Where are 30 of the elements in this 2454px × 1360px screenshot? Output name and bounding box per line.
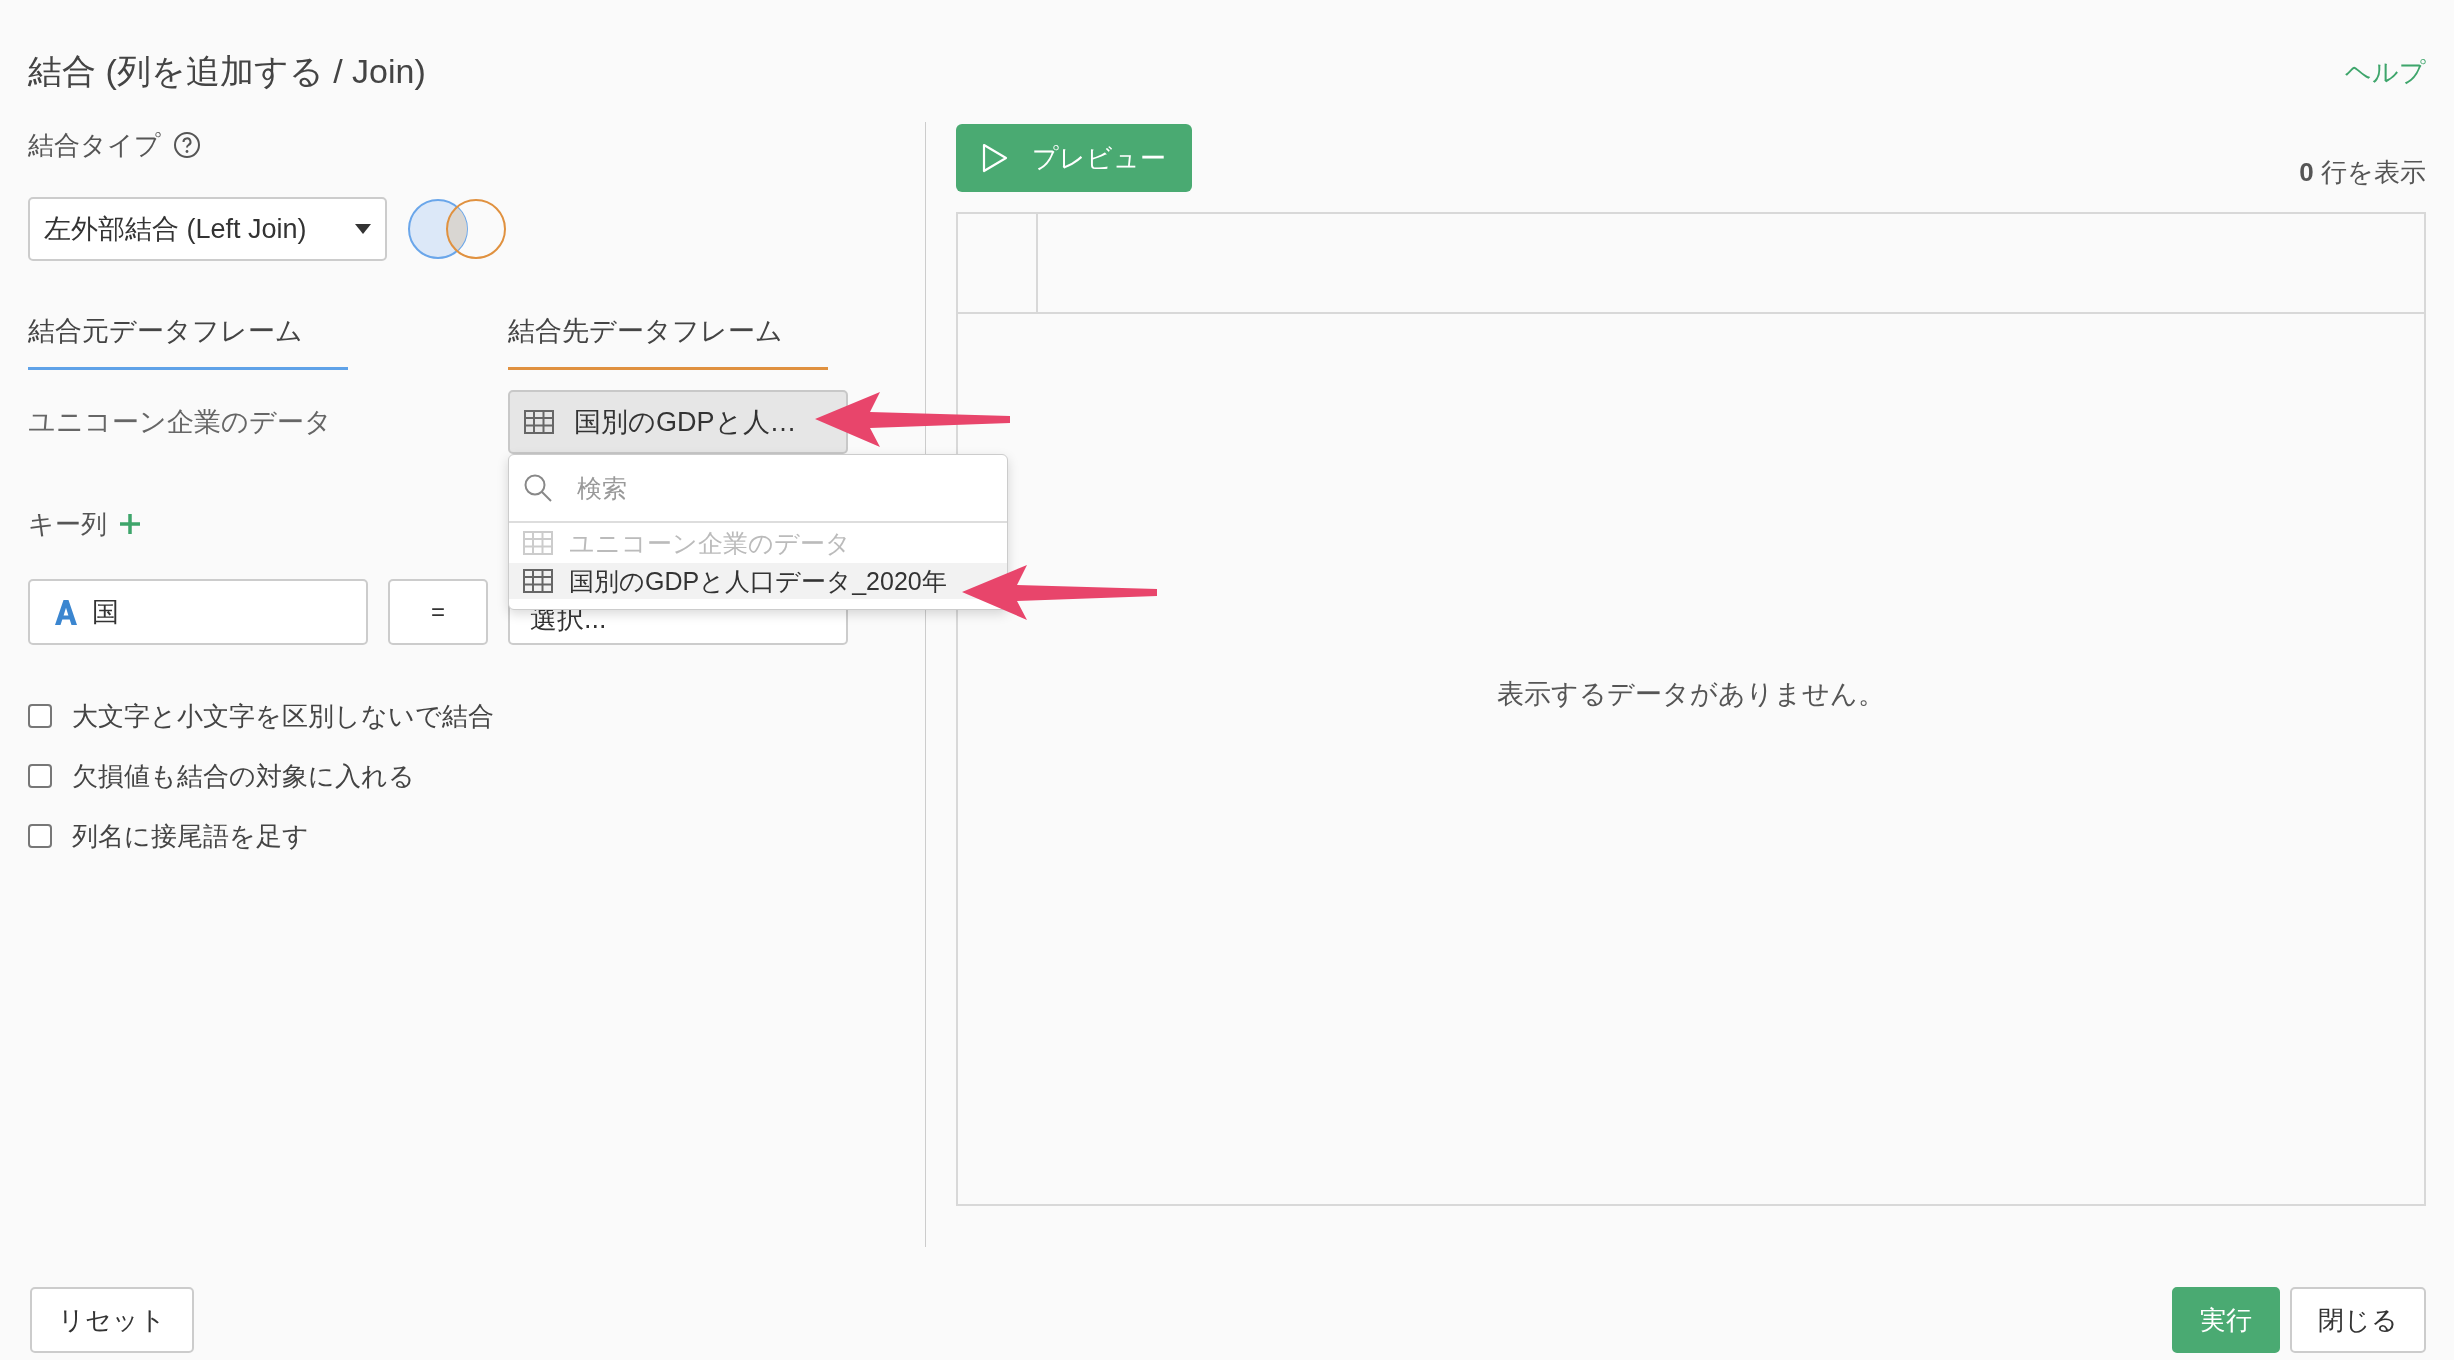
help-icon[interactable] bbox=[173, 131, 201, 159]
reset-button[interactable]: リセット bbox=[30, 1287, 194, 1353]
empty-message: 表示するデータがありません。 bbox=[1497, 678, 1885, 711]
caret-icon bbox=[355, 224, 371, 234]
table-icon bbox=[523, 569, 553, 593]
row-count: 0 行を表示 bbox=[2299, 156, 2426, 189]
operator-button[interactable]: = bbox=[388, 579, 488, 645]
field-label: 結合タイプ bbox=[28, 128, 161, 162]
checkbox[interactable] bbox=[28, 764, 52, 788]
table-icon bbox=[523, 531, 553, 555]
key-column-select[interactable]: 国 bbox=[28, 579, 368, 645]
dialog-title: 結合 (列を追加する / Join) bbox=[28, 51, 426, 92]
search-field[interactable]: 検索 bbox=[575, 472, 959, 504]
add-icon[interactable] bbox=[119, 513, 141, 535]
checkbox[interactable] bbox=[28, 824, 52, 848]
text-type-icon bbox=[54, 599, 78, 625]
option-label: 大文字と小文字を区別しないで結合 bbox=[72, 699, 494, 733]
search-icon bbox=[523, 473, 553, 503]
venn-diagram-icon bbox=[407, 198, 507, 260]
table-icon bbox=[524, 410, 554, 434]
source-dataframe-name: ユニコーン企業のデータ bbox=[28, 406, 333, 439]
field-label: キー列 bbox=[28, 507, 107, 541]
option-label: 列名に接尾語を足す bbox=[72, 819, 309, 853]
play-icon bbox=[982, 143, 1008, 173]
checkbox[interactable] bbox=[28, 704, 52, 728]
dropdown-item[interactable]: 国別のGDPと人口データ_2020年 bbox=[509, 563, 1007, 599]
close-button[interactable]: 閉じる bbox=[2290, 1287, 2426, 1353]
target-dataframe-select[interactable]: 国別のGDPと人… bbox=[508, 390, 848, 454]
join-type-select[interactable]: 左外部結合 (Left Join) bbox=[28, 197, 387, 261]
option-label: 欠損値も結合の対象に入れる bbox=[72, 759, 415, 793]
